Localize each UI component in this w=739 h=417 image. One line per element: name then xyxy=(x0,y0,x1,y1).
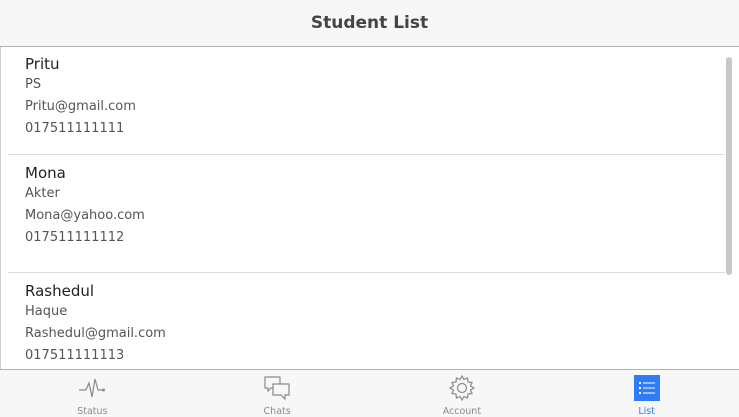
list-item[interactable]: Mona Akter Mona@yahoo.com 017511111112 xyxy=(8,155,725,273)
student-phone: 017511111113 xyxy=(25,348,125,363)
tab-account[interactable]: Account xyxy=(387,370,537,417)
student-list: Pritu PS Pritu@gmail.com 017511111111 Mo… xyxy=(8,47,725,369)
page-title: Student List xyxy=(310,13,429,33)
chat-bubbles-icon xyxy=(263,374,291,402)
student-surname: Haque xyxy=(25,304,68,319)
nav-bar: Student List xyxy=(0,0,739,47)
pulse-icon xyxy=(78,374,106,402)
gear-icon xyxy=(448,374,476,402)
tab-label: Status xyxy=(77,406,108,417)
list-icon xyxy=(633,374,661,402)
student-list-scroll-area[interactable]: Pritu PS Pritu@gmail.com 017511111111 Mo… xyxy=(0,47,739,369)
student-surname: Akter xyxy=(25,186,60,201)
student-phone: 017511111111 xyxy=(25,121,125,136)
student-name: Pritu xyxy=(25,55,60,73)
tab-status[interactable]: Status xyxy=(17,370,167,417)
student-email: Rashedul@gmail.com xyxy=(25,326,166,341)
student-email: Pritu@gmail.com xyxy=(25,99,136,114)
list-item[interactable]: Pritu PS Pritu@gmail.com 017511111111 xyxy=(8,47,725,155)
tab-label: Chats xyxy=(263,406,291,417)
student-name: Rashedul xyxy=(25,282,95,300)
vertical-scrollbar[interactable] xyxy=(726,57,732,275)
student-phone: 017511111112 xyxy=(25,230,125,245)
tab-label: List xyxy=(638,406,655,417)
student-email: Mona@yahoo.com xyxy=(25,208,145,223)
tab-bar: Status Chats Account List xyxy=(0,369,739,417)
student-name: Mona xyxy=(25,164,66,182)
list-item[interactable]: Rashedul Haque Rashedul@gmail.com 017511… xyxy=(8,273,725,369)
tab-label: Account xyxy=(442,406,482,417)
tab-chats[interactable]: Chats xyxy=(202,370,352,417)
app-window: Student List Pritu PS Pritu@gmail.com 01… xyxy=(0,0,739,417)
tab-list[interactable]: List xyxy=(572,370,722,417)
student-surname: PS xyxy=(25,77,42,92)
